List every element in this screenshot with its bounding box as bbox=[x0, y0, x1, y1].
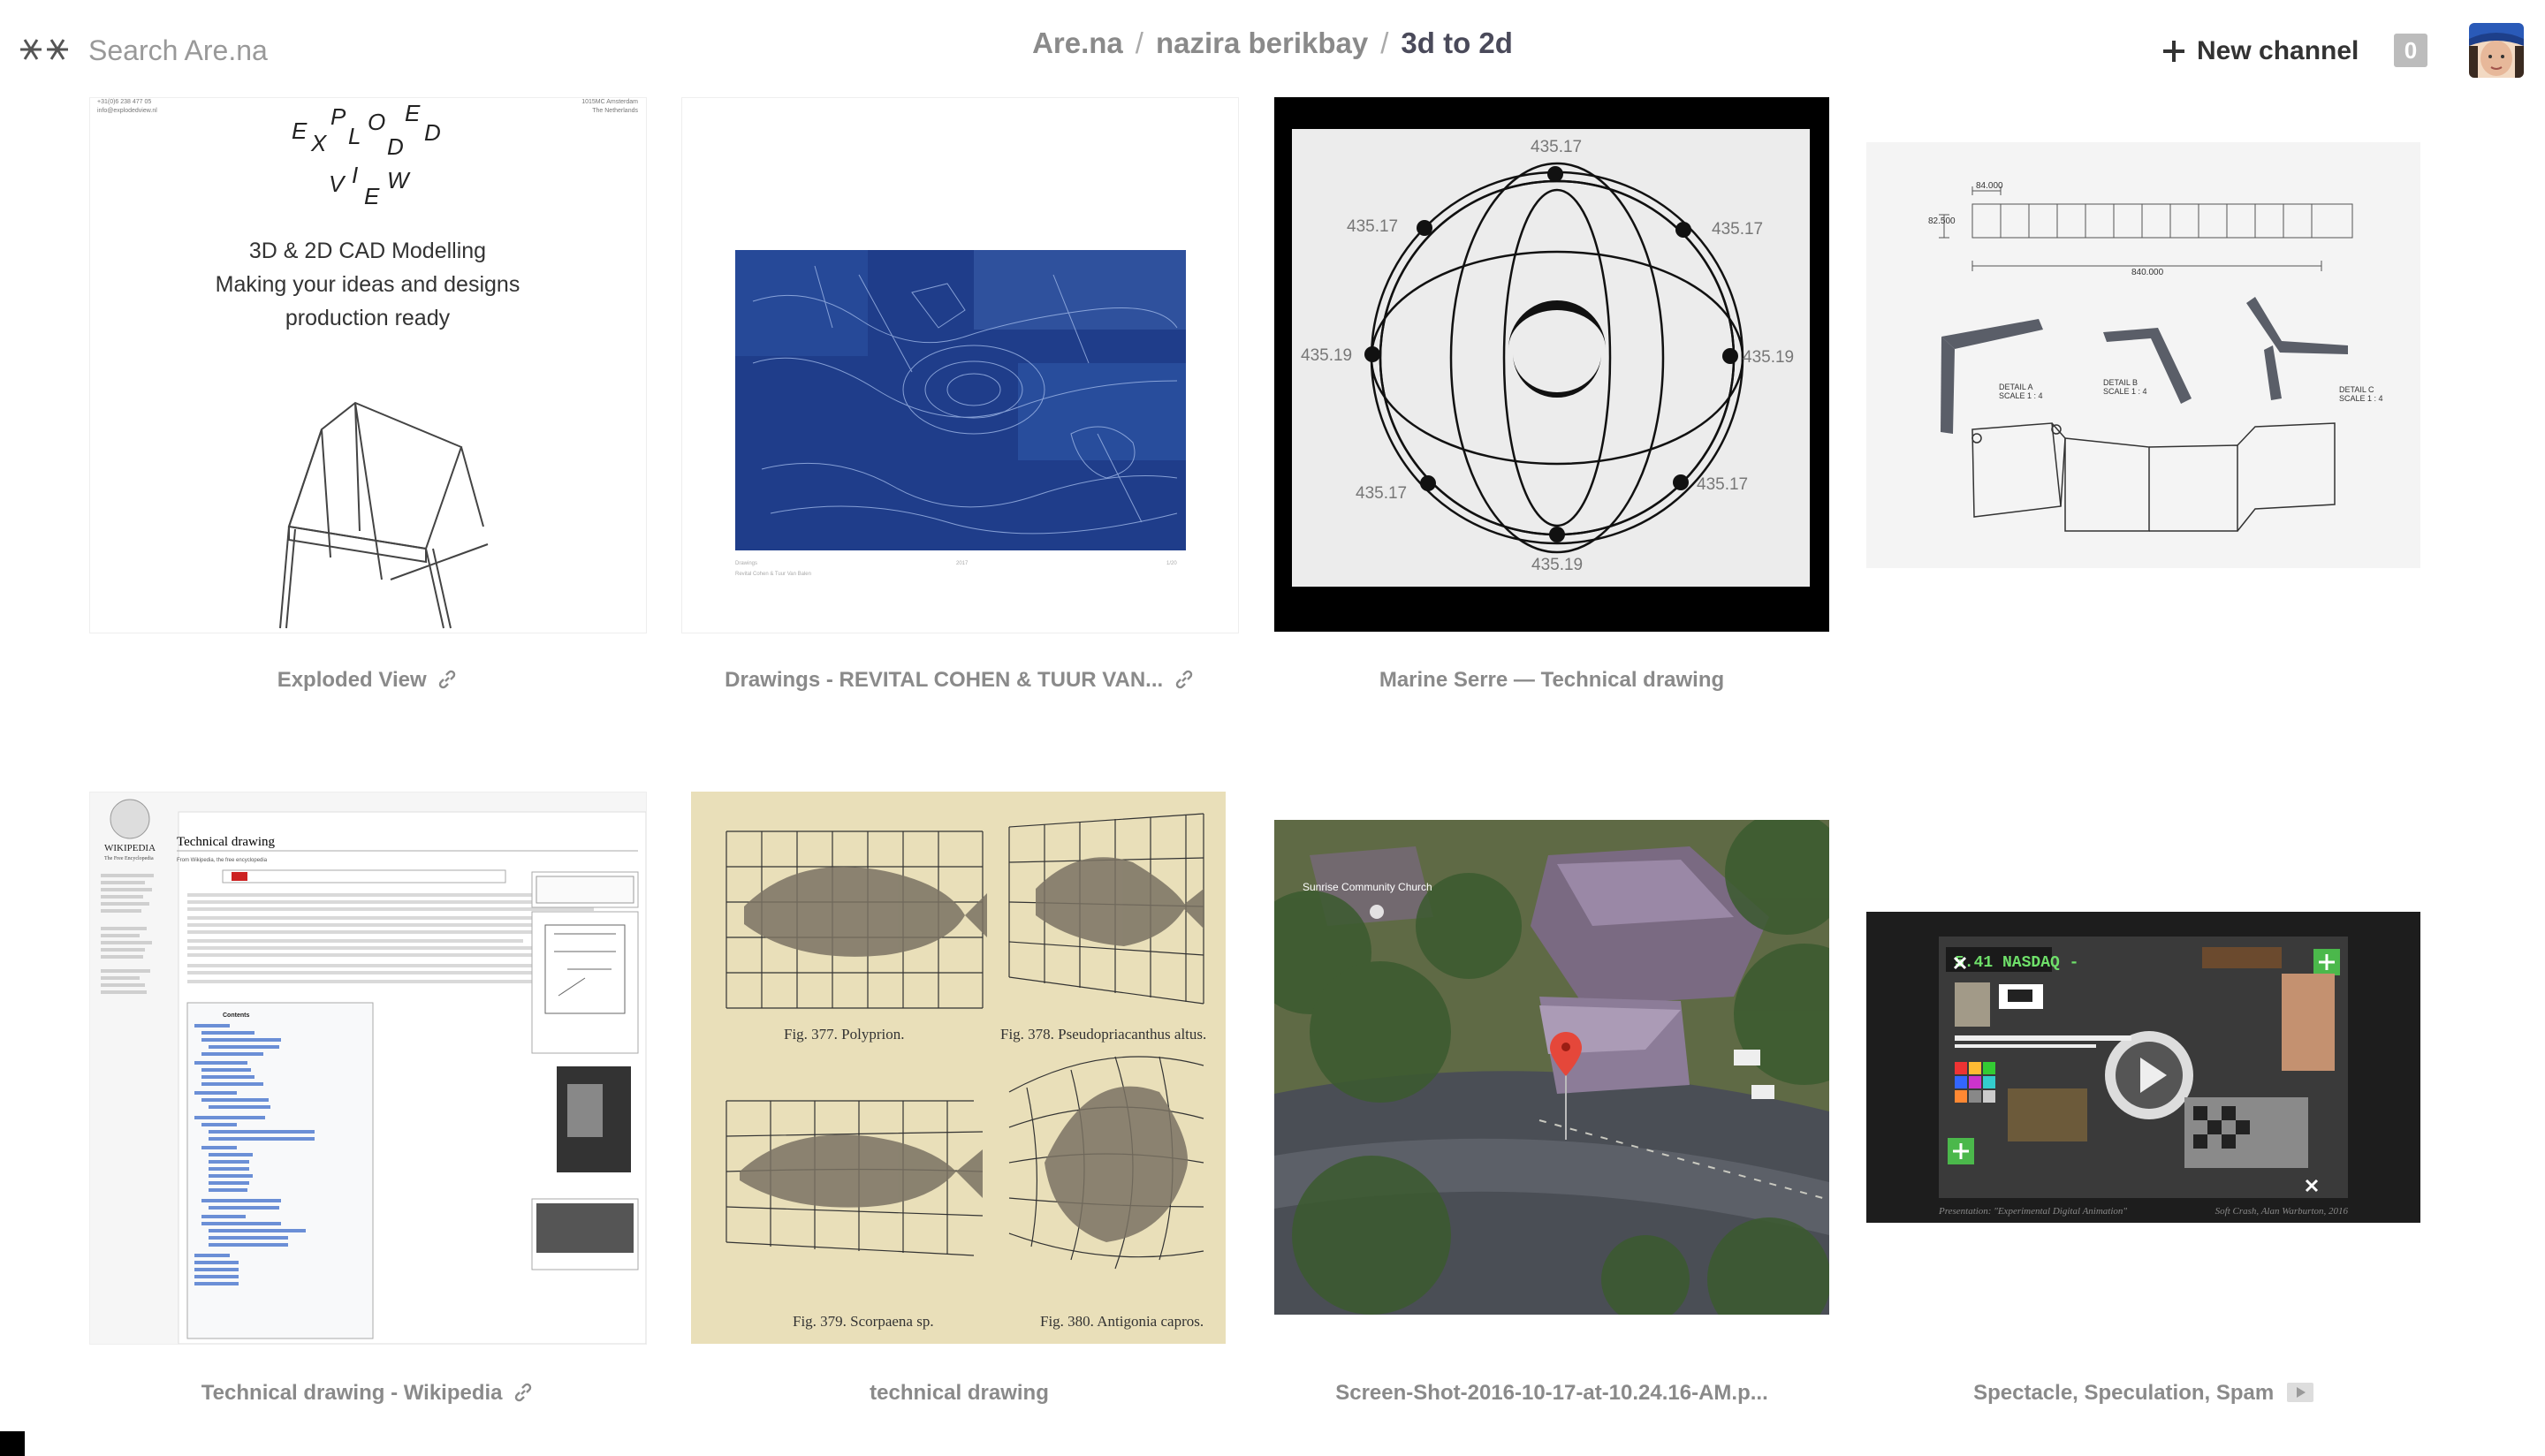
chair-drawing bbox=[279, 401, 489, 629]
block-thumbnail[interactable]: 5.41 NASDAQ - Presentation: "Experimenta… bbox=[1866, 912, 2420, 1223]
block-caption[interactable]: Marine Serre — Technical drawing bbox=[1274, 668, 1829, 693]
block-caption-text: technical drawing bbox=[870, 1381, 1049, 1405]
block-caption[interactable]: technical drawing bbox=[681, 1381, 1237, 1406]
block-caption[interactable]: Exploded View bbox=[89, 668, 645, 693]
measure-label: 435.17 bbox=[1712, 220, 1763, 239]
map-place-label: Sunrise Community Church bbox=[1303, 881, 1432, 893]
measure-label: 435.19 bbox=[1743, 348, 1794, 367]
block-thumbnail[interactable]: 84.000 82.500 840.000 DETAIL A SCALE 1 : … bbox=[1866, 142, 2420, 568]
block-thumbnail[interactable]: +31(0)6 238 477 05 info@explodedview.nl … bbox=[89, 97, 647, 633]
measure-label: 435.17 bbox=[1356, 484, 1407, 503]
link-icon bbox=[439, 670, 456, 689]
measure-label: 435.19 bbox=[1301, 346, 1352, 365]
contact-country: The Netherlands bbox=[592, 108, 638, 114]
svg-text:SCALE 1 : 4: SCALE 1 : 4 bbox=[2103, 387, 2147, 396]
block-caption-text: Spectacle, Speculation, Spam bbox=[1973, 1381, 2275, 1405]
tagline-line-3: production ready bbox=[285, 306, 451, 330]
block-thumbnail[interactable]: Fig. 377. Polyprion. Fig. 378. Pseudopri… bbox=[691, 792, 1226, 1344]
svg-text:I: I bbox=[352, 162, 358, 188]
dimension-label: 82.500 bbox=[1928, 216, 1956, 226]
wiki-logo-text: WIKIPEDIA bbox=[104, 843, 156, 853]
svg-text:L: L bbox=[348, 123, 361, 149]
svg-text:V: V bbox=[329, 171, 346, 197]
svg-text:D: D bbox=[424, 119, 441, 146]
ticker-text: 5.41 NASDAQ - bbox=[1955, 954, 2078, 972]
svg-text:DETAIL B: DETAIL B bbox=[2103, 378, 2138, 387]
block-caption[interactable]: Technical drawing - Wikipedia bbox=[89, 1381, 645, 1406]
tagline-line-1: 3D & 2D CAD Modelling bbox=[249, 239, 486, 263]
svg-text:DETAIL C: DETAIL C bbox=[2339, 385, 2374, 394]
svg-text:X: X bbox=[310, 130, 328, 156]
figure-caption: Fig. 379. Scorpaena sp. bbox=[793, 1313, 934, 1330]
wiki-title: Technical drawing bbox=[177, 835, 275, 849]
figure-caption: Fig. 377. Polyprion. bbox=[784, 1026, 905, 1043]
block-thumbnail[interactable]: Drawings Revital Cohen & Tuur Van Balen … bbox=[681, 97, 1239, 633]
svg-text:SCALE 1 : 4: SCALE 1 : 4 bbox=[2339, 394, 2383, 403]
folding-screen-drawing bbox=[1971, 422, 2336, 532]
contact-phone: +31(0)6 238 477 05 bbox=[97, 99, 151, 105]
notification-count-badge[interactable]: 0 bbox=[2394, 34, 2427, 67]
breadcrumb-user-link[interactable]: nazira berikbay bbox=[1156, 27, 1368, 60]
tagline-line-2: Making your ideas and designs bbox=[216, 272, 520, 297]
svg-text:E: E bbox=[364, 183, 380, 209]
window-corner bbox=[0, 1431, 25, 1456]
svg-text:Drawings: Drawings bbox=[735, 561, 757, 566]
breadcrumb-separator: / bbox=[1135, 27, 1143, 59]
svg-text:DETAIL A: DETAIL A bbox=[1999, 383, 2033, 391]
new-channel-label: New channel bbox=[2197, 36, 2359, 65]
dimension-label: 84.000 bbox=[1976, 181, 2003, 191]
measure-label: 435.17 bbox=[1531, 138, 1582, 156]
measure-label: 435.19 bbox=[1531, 556, 1583, 574]
measure-label: 435.17 bbox=[1697, 475, 1748, 494]
figure-caption: Fig. 378. Pseudopriacanthus altus. bbox=[1000, 1026, 1206, 1043]
play-media-icon bbox=[2286, 1383, 2313, 1402]
block-caption-text: Exploded View bbox=[277, 668, 427, 692]
svg-text:1/20: 1/20 bbox=[1166, 561, 1177, 566]
block-caption[interactable]: Screen-Shot-2016-10-17-at-10.24.16-AM.p.… bbox=[1274, 1381, 1829, 1406]
plus-icon bbox=[2163, 41, 2184, 62]
svg-text:E: E bbox=[405, 100, 421, 126]
svg-text:W: W bbox=[387, 167, 411, 193]
block-thumbnail[interactable]: 435.17 435.17 435.17 435.19 435.19 435.1… bbox=[1274, 97, 1829, 632]
top-bar: Are.na / nazira berikbay / 3d to 2d New chan… bbox=[0, 0, 2545, 97]
svg-text:SCALE 1 : 4: SCALE 1 : 4 bbox=[1999, 391, 2043, 400]
wiki-contents-heading: Contents bbox=[223, 1012, 249, 1019]
spam-footer-left: Presentation: "Experimental Digital Anim… bbox=[1938, 1206, 2127, 1217]
block-caption[interactable]: Spectacle, Speculation, Spam bbox=[1866, 1381, 2420, 1406]
block-thumbnail[interactable]: Sunrise Community Church bbox=[1274, 820, 1829, 1315]
block-caption-text: Technical drawing - Wikipedia bbox=[201, 1381, 503, 1405]
block-thumbnail[interactable]: WIKIPEDIA The Free Encyclopedia Technica… bbox=[89, 792, 647, 1345]
contact-city: 1015MC Amsterdam bbox=[581, 99, 638, 105]
spam-footer-right: Soft Crash, Alan Warburton, 2016 bbox=[2215, 1206, 2349, 1217]
svg-text:E: E bbox=[292, 118, 308, 144]
fish-illustrations bbox=[740, 857, 1204, 1242]
avatar[interactable] bbox=[2469, 23, 2524, 78]
new-channel-button[interactable]: New channel bbox=[2163, 32, 2359, 71]
svg-text:P: P bbox=[330, 103, 346, 130]
block-caption[interactable]: Drawings - REVITAL COHEN & TUUR VAN... bbox=[681, 668, 1237, 693]
block-caption-text: Marine Serre — Technical drawing bbox=[1379, 668, 1725, 692]
wiki-logo-sub: The Free Encyclopedia bbox=[104, 856, 154, 861]
breadcrumb-site-link[interactable]: Are.na bbox=[1032, 27, 1123, 60]
link-icon bbox=[1175, 670, 1193, 689]
svg-text:O: O bbox=[368, 109, 385, 135]
wiki-from-line: From Wikipedia, the free encyclopedia bbox=[177, 858, 268, 863]
contact-email: info@explodedview.nl bbox=[97, 108, 157, 114]
svg-text:2017: 2017 bbox=[956, 561, 969, 566]
block-caption-text: Screen-Shot-2016-10-17-at-10.24.16-AM.p.… bbox=[1335, 1381, 1768, 1405]
svg-text:D: D bbox=[387, 133, 404, 160]
svg-text:Revital Cohen & Tuur Van Balen: Revital Cohen & Tuur Van Balen bbox=[735, 572, 811, 577]
breadcrumb-separator: / bbox=[1380, 27, 1389, 59]
block-caption-text: Drawings - REVITAL COHEN & TUUR VAN... bbox=[725, 668, 1164, 692]
measure-label: 435.17 bbox=[1347, 217, 1398, 236]
dimension-label: 840.000 bbox=[2131, 268, 2164, 277]
figure-caption: Fig. 380. Antigonia capros. bbox=[1040, 1313, 1204, 1330]
breadcrumb-channel-link[interactable]: 3d to 2d bbox=[1401, 27, 1513, 60]
link-icon bbox=[514, 1383, 532, 1402]
